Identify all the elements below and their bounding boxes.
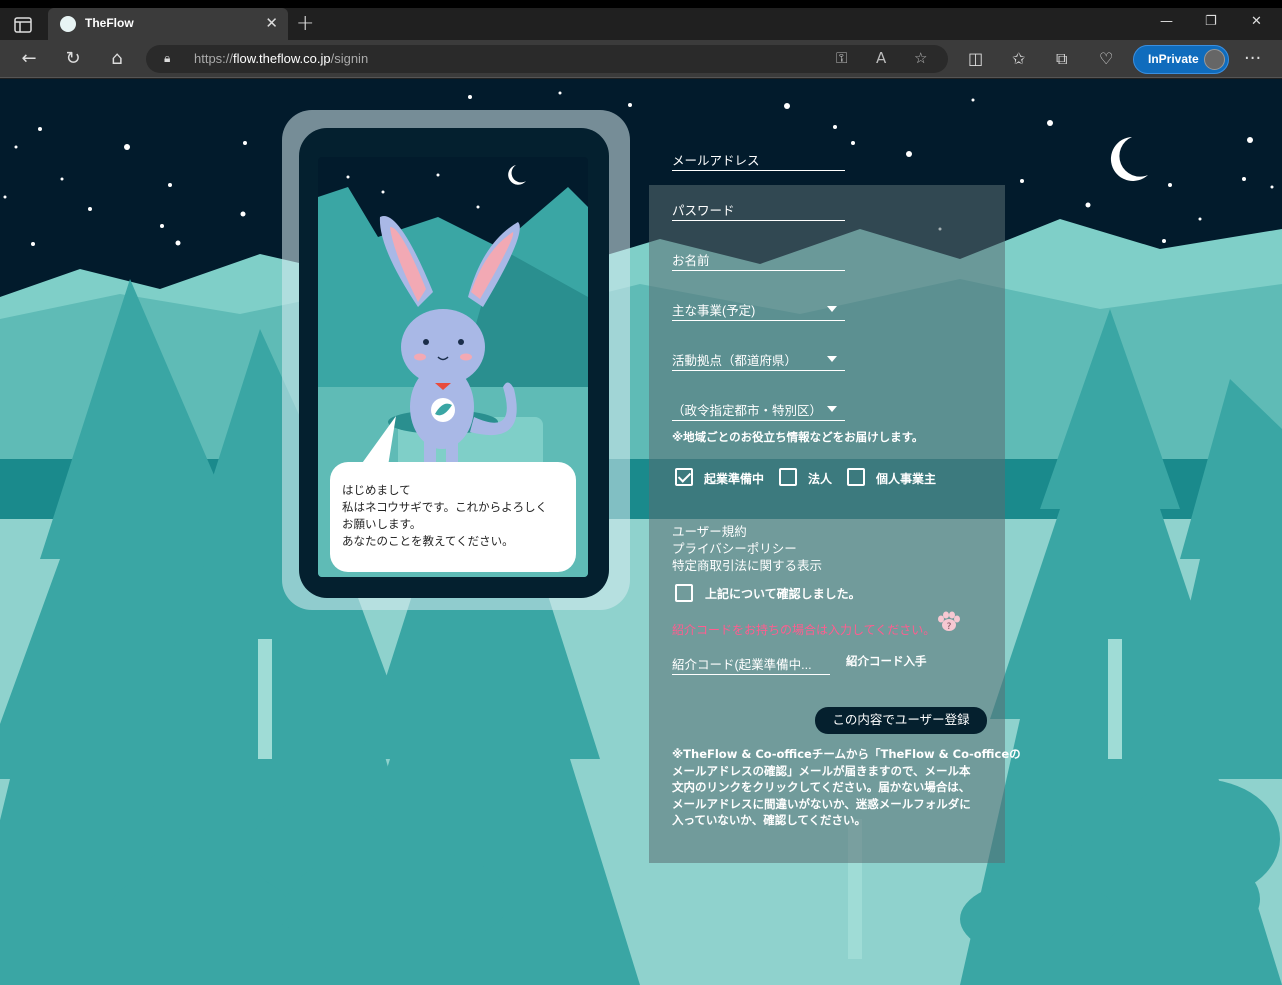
url-text: https://flow.theflow.co.jp/signin — [194, 51, 369, 66]
refresh-icon[interactable]: ↻ — [62, 48, 84, 70]
password-field[interactable]: パスワード — [672, 199, 845, 221]
chevron-down-icon — [827, 356, 837, 362]
tab-actions-icon[interactable] — [14, 17, 32, 33]
confirm-checkbox[interactable] — [675, 584, 693, 602]
night-forest-background — [0, 79, 1282, 985]
favorite-star-icon[interactable]: ☆ — [914, 49, 927, 67]
chevron-down-icon — [827, 406, 837, 412]
speech-bubble-text: はじめまして 私はネコウサギです。これからよろしく お願いします。 あなたのこと… — [342, 483, 548, 548]
close-window-icon[interactable]: ✕ — [1251, 14, 1262, 29]
browser-tab[interactable]: TheFlow ✕ — [48, 8, 288, 40]
lock-icon[interactable]: 🔒︎ — [164, 51, 170, 66]
address-bar[interactable]: 🔒︎ https://flow.theflow.co.jp/signin ⚿ A… — [146, 45, 948, 73]
minimize-icon[interactable]: — — [1160, 14, 1173, 29]
favorites-icon[interactable]: ✩ — [1012, 49, 1025, 68]
speech-bubble-tail — [360, 416, 396, 466]
browser-toolbar: ← ↻ ⌂ 🔒︎ https://flow.theflow.co.jp/sign… — [0, 40, 1282, 78]
speech-bubble: はじめまして 私はネコウサギです。これからよろしく お願いします。 あなたのこと… — [330, 462, 576, 572]
more-options-icon[interactable]: ··· — [1244, 48, 1261, 69]
prefecture-select[interactable]: 活動拠点（都道府県） — [672, 349, 845, 371]
startup-checkbox-label: 起業準備中 — [704, 472, 765, 486]
email-confirmation-note: ※TheFlow & Co-officeチームから「TheFlow & Co-o… — [672, 747, 1021, 827]
tab-bar: TheFlow ✕ + — ❐ ✕ — [0, 0, 1282, 40]
read-aloud-icon[interactable]: A — [876, 49, 886, 67]
paw-help-icon[interactable]: ? — [936, 611, 962, 633]
register-button[interactable]: この内容でユーザー登録 — [815, 707, 987, 734]
chevron-down-icon — [827, 306, 837, 312]
svg-text:?: ? — [947, 622, 952, 632]
theflow-favicon-icon — [60, 16, 76, 32]
referral-code-field[interactable]: 紹介コード(起業準備中... — [672, 653, 830, 675]
city-select[interactable]: （政令指定都市・特別区） — [672, 399, 845, 421]
home-icon[interactable]: ⌂ — [106, 48, 128, 70]
collections-icon[interactable]: ⧉ — [1056, 49, 1067, 69]
name-field[interactable]: お名前 — [672, 249, 845, 271]
avatar — [1204, 49, 1225, 70]
new-tab-icon[interactable]: + — [296, 11, 314, 36]
back-icon[interactable]: ← — [18, 48, 40, 70]
corporation-checkbox[interactable] — [779, 468, 797, 486]
referral-hint: 紹介コードをお持ちの場合は入力してください。 — [672, 623, 936, 637]
inprivate-button[interactable]: InPrivate — [1133, 45, 1229, 74]
tab-title: TheFlow — [85, 16, 134, 30]
email-field[interactable]: メールアドレス — [672, 149, 845, 171]
restore-icon[interactable]: ❐ — [1205, 14, 1217, 29]
split-screen-icon[interactable]: ◫ — [968, 49, 983, 68]
key-icon[interactable]: ⚿ — [836, 49, 847, 67]
region-note: ※地域ごとのお役立ち情報などをお届けします。 — [672, 430, 924, 444]
get-referral-code-link[interactable]: 紹介コード入手 — [846, 653, 927, 669]
business-select[interactable]: 主な事業(予定) — [672, 299, 845, 321]
commerce-law-link[interactable]: 特定商取引法に関する表示 — [672, 555, 822, 574]
startup-checkbox[interactable] — [675, 468, 693, 486]
inprivate-label: InPrivate — [1148, 52, 1199, 66]
sole-proprietor-checkbox[interactable] — [847, 468, 865, 486]
corporation-checkbox-label: 法人 — [808, 472, 833, 486]
page-viewport: はじめまして 私はネコウサギです。これからよろしく お願いします。 あなたのこと… — [0, 79, 1282, 985]
sole-proprietor-checkbox-label: 個人事業主 — [876, 472, 937, 486]
browser-essentials-icon[interactable]: ♡ — [1099, 49, 1113, 68]
close-tab-icon[interactable]: ✕ — [265, 14, 278, 32]
confirm-checkbox-label: 上記について確認しました。 — [705, 587, 861, 601]
